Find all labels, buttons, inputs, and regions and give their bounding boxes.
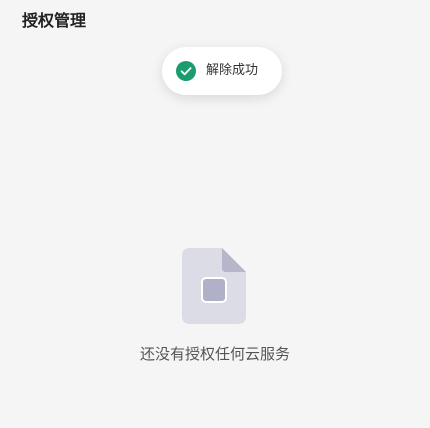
empty-state-message: 还没有授权任何云服务 xyxy=(139,345,290,363)
empty-file-icon xyxy=(182,246,248,326)
check-circle-icon xyxy=(176,61,196,81)
success-toast: 解除成功 xyxy=(162,47,282,95)
toast-message: 解除成功 xyxy=(206,63,259,78)
page-title: 授权管理 xyxy=(22,11,87,30)
empty-state: 还没有授权任何云服务 xyxy=(0,246,430,364)
